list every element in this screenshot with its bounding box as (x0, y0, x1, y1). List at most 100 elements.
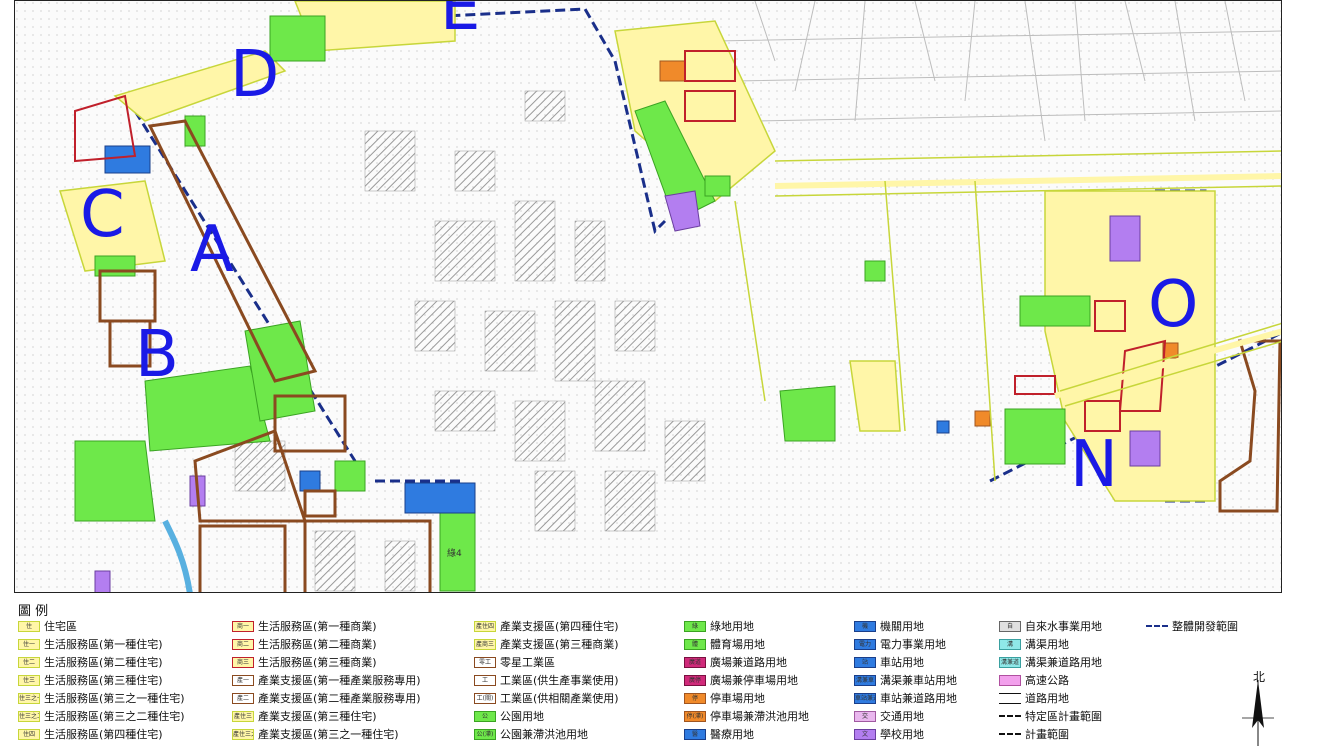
legend-item: 商一 生活服務區(第一種商業) (232, 618, 377, 634)
legend-label: 停車場用地 (710, 692, 765, 705)
legend-item: 產住三之一產業支援區(第三之一種住宅) (232, 726, 399, 742)
legend-label: 生活服務區(第三之二種住宅) (44, 710, 185, 723)
legend-item: 站車站用地 (854, 654, 924, 670)
legend-item: 高速公路 (999, 672, 1069, 688)
legend-item: 自自來水事業用地 (999, 618, 1102, 634)
legend-label: 生活服務區(第三種商業) (258, 656, 377, 669)
legend-swatch: 溝兼車 (854, 674, 876, 686)
legend-item: 特定區計畫範圍 (999, 708, 1102, 724)
legend-swatch: 住四 (18, 728, 40, 740)
legend-label: 整體開發範圍 (1172, 620, 1238, 633)
legend-swatch: 工(關) (474, 692, 496, 704)
legend-item: 商三 生活服務區(第三種商業) (232, 654, 377, 670)
legend-item: 廣道 廣場兼道路用地 (684, 654, 787, 670)
legend-item: 住住宅區 (18, 618, 77, 634)
map-frame: D E C A B O N 綠4 (14, 0, 1282, 593)
legend-swatch: 產住四 (474, 620, 496, 632)
legend-label: 公園兼滯洪池用地 (500, 728, 588, 741)
legend-item: 工工業區(供生產事業使用) (474, 672, 619, 688)
legend-swatch: 住一 (18, 638, 40, 650)
legend-label: 生活服務區(第二種商業) (258, 638, 377, 651)
legend-item: 公(滯) 公園兼滯洪池用地 (474, 726, 588, 742)
legend-swatch: 停(滯) (684, 710, 706, 722)
legend-swatch: 公(滯) (474, 728, 496, 740)
legend-label: 道路用地 (1025, 692, 1069, 705)
legend-label: 產業支援區(第二種產業服務專用) (258, 692, 421, 705)
legend-swatch: 住二 (18, 656, 40, 668)
legend-swatch: 電力 (854, 638, 876, 650)
legend-swatch: 住三 (18, 674, 40, 686)
legend-item: 道路用地 (999, 690, 1069, 706)
legend-label: 特定區計畫範圍 (1025, 710, 1102, 723)
legend-swatch: 產住三 (232, 710, 254, 722)
legend-label: 產業支援區(第三之一種住宅) (258, 728, 399, 741)
legend-swatch: 產二 (232, 692, 254, 704)
legend-label: 機關用地 (880, 620, 924, 633)
legend-swatch: 綠 (684, 620, 706, 632)
legend-label: 交通用地 (880, 710, 924, 723)
legend-item: 產住四 產業支援區(第四種住宅) (474, 618, 619, 634)
legend-swatch (999, 733, 1021, 735)
zone-label-b: B (135, 318, 179, 392)
legend-swatch: 商一 (232, 620, 254, 632)
legend-item: 溝兼道 溝渠兼道路用地 (999, 654, 1102, 670)
legend-swatch: 產一 (232, 674, 254, 686)
legend-label: 廣場兼道路用地 (710, 656, 787, 669)
legend-label: 廣場兼停車場用地 (710, 674, 798, 687)
legend-swatch: 站 (854, 656, 876, 668)
legend-label: 生活服務區(第一種住宅) (44, 638, 163, 651)
legend-item: 產住三 產業支援區(第三種住宅) (232, 708, 377, 724)
legend-label: 計畫範圍 (1025, 728, 1069, 741)
legend-swatch: 住 (18, 620, 40, 632)
land-use-map: D E C A B O N 綠4 (15, 1, 1281, 592)
zone-label-c: C (80, 178, 125, 252)
legend-label: 體育場用地 (710, 638, 765, 651)
legend-item: 住三之二生活服務區(第三之二種住宅) (18, 708, 185, 724)
legend-item: 醫醫療用地 (684, 726, 754, 742)
legend-item: 住三之一生活服務區(第三之一種住宅) (18, 690, 185, 706)
legend-label: 生活服務區(第三之一種住宅) (44, 692, 185, 705)
legend-label: 車站用地 (880, 656, 924, 669)
legend-swatch: 公 (474, 710, 496, 722)
legend-swatch: 零工 (474, 656, 496, 668)
legend-item: 整體開發範圍 (1146, 618, 1238, 634)
legend-item: 文學校用地 (854, 726, 924, 742)
legend-item: 商二 生活服務區(第二種商業) (232, 636, 377, 652)
legend-label: 自來水事業用地 (1025, 620, 1102, 633)
legend-swatch: 溝 (999, 638, 1021, 650)
legend-label: 停車場兼滯洪池用地 (710, 710, 809, 723)
legend-item: 住一 生活服務區(第一種住宅) (18, 636, 163, 652)
legend-swatch: 體 (684, 638, 706, 650)
legend-swatch (1146, 625, 1168, 627)
legend-label: 電力事業用地 (880, 638, 946, 651)
legend-label: 溝渠兼道路用地 (1025, 656, 1102, 669)
legend-label: 工業區(供相關產業使用) (500, 692, 619, 705)
legend-item: 產商三 產業支援區(第三種商業) (474, 636, 619, 652)
legend-swatch: 住三之一 (18, 692, 40, 704)
legend-swatch: 機 (854, 620, 876, 632)
legend-swatch (999, 715, 1021, 717)
legend-item: 電力 電力事業用地 (854, 636, 946, 652)
park-label-green4: 綠4 (447, 547, 462, 559)
legend-label: 學校用地 (880, 728, 924, 741)
legend-label: 產業支援區(第三種住宅) (258, 710, 377, 723)
legend-item: 計畫範圍 (999, 726, 1069, 742)
legend-label: 生活服務區(第二種住宅) (44, 656, 163, 669)
legend-item: 公公園用地 (474, 708, 544, 724)
legend: 圖 例 住住宅區 住一 生活服務區(第一種住宅) 住二 生活服務區(第二種住宅) 住三 生活… (14, 598, 1282, 750)
legend-item: 住三 生活服務區(第三種住宅) (18, 672, 163, 688)
zone-label-a: A (190, 213, 234, 287)
legend-swatch: 停 (684, 692, 706, 704)
legend-label: 醫療用地 (710, 728, 754, 741)
zone-label-n: N (1070, 428, 1118, 502)
legend-item: 停停車場用地 (684, 690, 765, 706)
legend-swatch: 住三之二 (18, 710, 40, 722)
legend-swatch: 工 (474, 674, 496, 686)
legend-item: 住二 生活服務區(第二種住宅) (18, 654, 163, 670)
legend-item: 車站兼道車站兼道路用地 (854, 690, 957, 706)
legend-label: 生活服務區(第一種商業) (258, 620, 377, 633)
legend-swatch: 產住三之一 (232, 728, 254, 740)
legend-item: 零工 零星工業區 (474, 654, 555, 670)
legend-swatch: 廣停 (684, 674, 706, 686)
legend-label: 高速公路 (1025, 674, 1069, 687)
